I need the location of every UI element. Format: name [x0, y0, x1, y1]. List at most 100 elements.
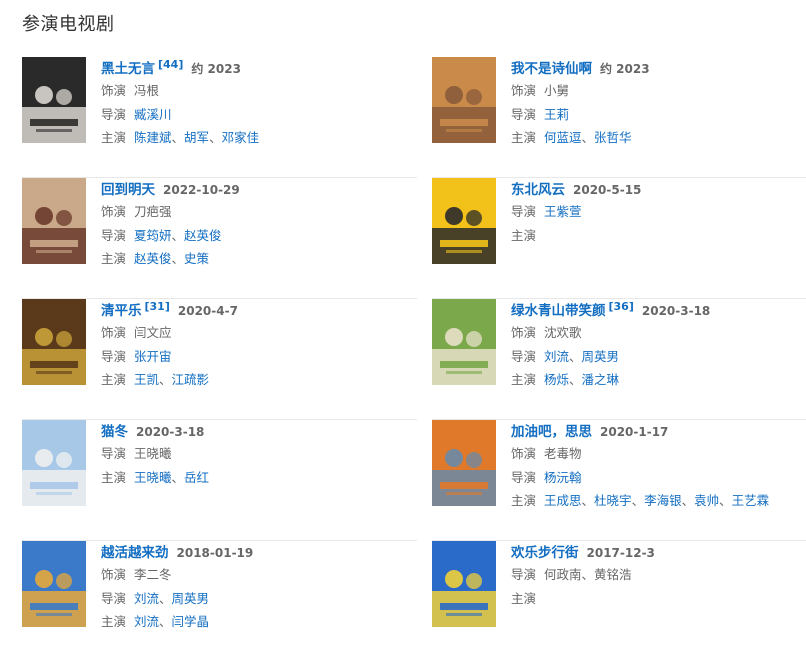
- series-title-link[interactable]: 黑土无言: [101, 61, 155, 77]
- director-link[interactable]: 刘流: [134, 591, 159, 606]
- title-line: 猫冬 2020-3-18: [101, 420, 401, 442]
- release-date: 2017-12-3: [586, 546, 655, 560]
- series-title-link[interactable]: 东北风云: [511, 182, 565, 198]
- poster-image[interactable]: [22, 57, 86, 143]
- tv-series-item: 猫冬 2020-3-18 导演 王晓曦 主演 王晓曦、岳红: [22, 420, 417, 541]
- cast-link[interactable]: 邓家佳: [222, 130, 260, 145]
- cast-link[interactable]: 江疏影: [172, 372, 210, 387]
- cast-link[interactable]: 闫学晶: [172, 614, 210, 629]
- series-title-link[interactable]: 欢乐步行街: [511, 545, 579, 561]
- title-line: 加油吧，思思 2020-1-17: [511, 420, 806, 442]
- title-line: 绿水青山带笑颜 [36] 2020-3-18: [511, 299, 806, 321]
- director-label: 导演: [511, 567, 537, 582]
- name-separator: 、: [569, 348, 582, 364]
- cast-label: 主演: [101, 614, 127, 629]
- series-title-link[interactable]: 猫冬: [101, 424, 128, 440]
- director-row: 导演 臧溪川: [101, 103, 401, 127]
- cast-row: 主演: [511, 587, 806, 611]
- director-link[interactable]: 夏筠妍: [134, 228, 172, 243]
- cast-row: 主演 刘流、闫学晶: [101, 610, 401, 634]
- series-info: 东北风云 2020-5-15 导演 王紫萱 主演: [511, 178, 806, 247]
- role-value: 闫文应: [134, 325, 172, 340]
- citation-link[interactable]: [31]: [145, 300, 170, 313]
- citation-link[interactable]: [44]: [158, 58, 183, 71]
- name-separator: 、: [631, 493, 645, 508]
- title-line: 黑土无言 [44] 约 2023: [101, 57, 401, 79]
- director-row: 导演 王晓曦: [101, 442, 401, 466]
- poster-image[interactable]: [432, 57, 496, 143]
- cast-link[interactable]: 杜晓宇: [594, 493, 632, 508]
- role-label: 饰演: [101, 325, 127, 340]
- release-date: 2020-3-18: [136, 425, 205, 439]
- citation-link[interactable]: [36]: [609, 300, 634, 313]
- release-date: 2022-10-29: [163, 183, 240, 197]
- director-value: 王晓曦: [134, 446, 172, 461]
- director-link[interactable]: 赵英俊: [184, 228, 222, 243]
- role-label: 饰演: [511, 83, 537, 98]
- series-title-link[interactable]: 回到明天: [101, 182, 155, 198]
- series-info: 加油吧，思思 2020-1-17 饰演 老毒物 导演 杨沅翰 主演 王成思、杜晓宇、李海银、袁…: [511, 420, 806, 513]
- cast-label: 主演: [101, 251, 127, 266]
- director-value: 何政南、黄铭浩: [544, 567, 632, 582]
- role-label: 饰演: [101, 83, 127, 98]
- director-row: 导演 王紫萱: [511, 200, 806, 224]
- series-info: 我不是诗仙啊约 2023 饰演 小舅 导演 王莉 主演 何蓝逗、张哲华: [511, 57, 806, 150]
- series-title-link[interactable]: 绿水青山带笑颜: [511, 303, 606, 319]
- cast-row: 主演 王凯、江疏影: [101, 368, 401, 392]
- cast-link[interactable]: 岳红: [184, 470, 209, 485]
- director-link[interactable]: 刘流: [544, 349, 569, 364]
- cast-link[interactable]: 史策: [184, 251, 209, 266]
- cast-link[interactable]: 赵英俊: [134, 251, 172, 266]
- cast-link[interactable]: 王成思: [544, 493, 582, 508]
- director-link[interactable]: 周英男: [172, 591, 210, 606]
- cast-link[interactable]: 胡军: [184, 130, 209, 145]
- cast-label: 主演: [511, 130, 537, 145]
- cast-link[interactable]: 王艺霖: [732, 493, 770, 508]
- director-link[interactable]: 杨沅翰: [544, 470, 582, 485]
- cast-link[interactable]: 杨烁: [544, 372, 569, 387]
- cast-link[interactable]: 李海银: [644, 493, 682, 508]
- director-link[interactable]: 张开宙: [134, 349, 172, 364]
- series-title-link[interactable]: 清平乐: [101, 303, 142, 319]
- director-label: 导演: [511, 204, 537, 219]
- director-label: 导演: [101, 227, 127, 243]
- cast-link[interactable]: 张哲华: [594, 130, 632, 145]
- cast-link[interactable]: 袁帅: [694, 493, 719, 508]
- poster-image[interactable]: [22, 178, 86, 264]
- cast-link[interactable]: 何蓝逗: [544, 130, 582, 145]
- role-value: 小舅: [544, 83, 570, 98]
- cast-link[interactable]: 王晓曦: [134, 470, 172, 485]
- cast-link[interactable]: 潘之琳: [582, 372, 620, 387]
- series-title-link[interactable]: 越活越来劲: [101, 545, 169, 561]
- series-info: 越活越来劲 2018-01-19 饰演 李二冬 导演 刘流、周英男 主演 刘流、闫学晶: [101, 541, 401, 634]
- poster-image[interactable]: [432, 420, 496, 506]
- role-label: 饰演: [511, 446, 537, 461]
- series-title-link[interactable]: 加油吧，思思: [511, 424, 592, 440]
- director-link[interactable]: 周英男: [582, 349, 620, 364]
- series-info: 绿水青山带笑颜 [36] 2020-3-18 饰演 沈欢歌 导演 刘流、周英男 主演 杨烁、潘之…: [511, 299, 806, 392]
- series-info: 回到明天 2022-10-29 饰演 刀疤强 导演 夏筠妍、赵英俊 主演 赵英俊、史策: [101, 178, 401, 271]
- poster-image[interactable]: [432, 178, 496, 264]
- director-link[interactable]: 王紫萱: [544, 204, 582, 219]
- cast-row: 主演 何蓝逗、张哲华: [511, 126, 806, 150]
- name-separator: 、: [159, 614, 172, 629]
- release-date: 2020-5-15: [573, 183, 642, 197]
- cast-link[interactable]: 刘流: [134, 614, 159, 629]
- director-link[interactable]: 王莉: [544, 107, 569, 122]
- director-label: 导演: [511, 106, 537, 122]
- cast-link[interactable]: 陈建斌: [134, 130, 172, 145]
- series-title-link[interactable]: 我不是诗仙啊: [511, 61, 592, 77]
- director-link[interactable]: 臧溪川: [134, 107, 172, 122]
- release-date: 约 2023: [600, 62, 650, 76]
- poster-image[interactable]: [432, 541, 496, 627]
- poster-image[interactable]: [22, 541, 86, 627]
- release-date: 2020-3-18: [641, 304, 711, 318]
- name-separator: 、: [171, 227, 185, 243]
- poster-image[interactable]: [22, 299, 86, 385]
- name-separator: 、: [581, 130, 595, 145]
- director-label: 导演: [511, 469, 537, 485]
- cast-row: 主演 陈建斌、胡军、邓家佳: [101, 126, 401, 150]
- poster-image[interactable]: [432, 299, 496, 385]
- cast-link[interactable]: 王凯: [134, 372, 159, 387]
- poster-image[interactable]: [22, 420, 86, 506]
